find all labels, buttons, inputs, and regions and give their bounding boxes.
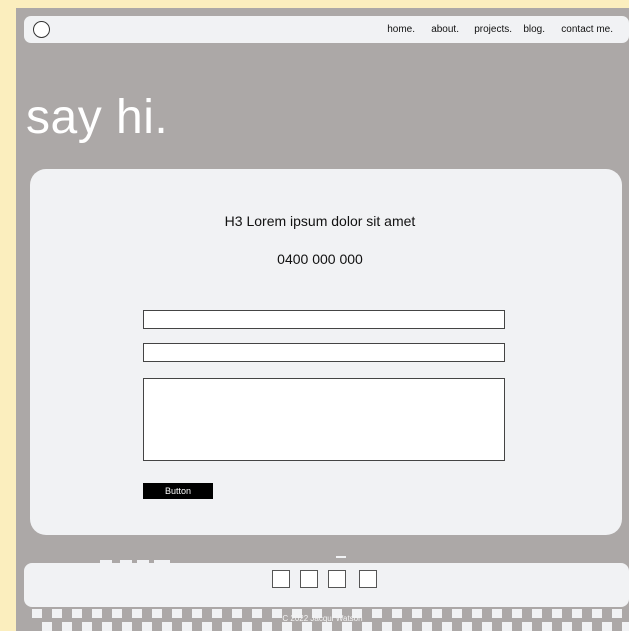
footer-pattern-square: [622, 622, 629, 631]
footer-pattern-square: [402, 622, 412, 631]
footer-pattern-square: [362, 622, 372, 631]
footer-pattern-square: [62, 622, 72, 631]
footer-pattern-square: [262, 622, 272, 631]
social-square-icon[interactable]: [272, 570, 290, 588]
footer-pattern-square: [422, 622, 432, 631]
nav-link-projects[interactable]: projects.: [474, 24, 512, 35]
footer-pattern-square: [482, 622, 492, 631]
footer-pattern-square: [502, 622, 512, 631]
footer-pattern-square: [122, 622, 132, 631]
social-square-icon[interactable]: [359, 570, 377, 588]
decorative-dash: [336, 556, 346, 558]
footer-pattern-square: [602, 622, 612, 631]
footer-pattern-square: [302, 622, 312, 631]
footer-pattern-square: [582, 622, 592, 631]
footer-pattern-square: [242, 622, 252, 631]
footer-pattern-square: [82, 622, 92, 631]
logo-circle-icon[interactable]: [33, 21, 50, 38]
footer-pattern-square: [102, 622, 112, 631]
submit-button[interactable]: Button: [143, 483, 213, 499]
nav-link-about[interactable]: about.: [431, 24, 459, 35]
footer-pattern-square: [142, 622, 152, 631]
footer-bar: [24, 563, 629, 607]
nav-link-blog[interactable]: blog.: [523, 24, 545, 35]
phone-number: 0400 000 000: [277, 251, 363, 267]
page-frame: home. about. projects. blog. contact me.…: [16, 8, 629, 631]
footer-pattern-square: [442, 622, 452, 631]
footer-pattern-square: [182, 622, 192, 631]
footer-pattern-square: [382, 622, 392, 631]
footer-pattern-square: [222, 622, 232, 631]
footer-pattern-square: [322, 622, 332, 631]
page-title: say hi.: [26, 91, 169, 144]
copyright-text: C 2022 Jacqui Watson: [282, 614, 363, 623]
footer-pattern-square: [202, 622, 212, 631]
footer-pattern-square: [342, 622, 352, 631]
nav-link-contact[interactable]: contact me.: [561, 24, 613, 35]
footer-pattern-square: [462, 622, 472, 631]
social-square-icon[interactable]: [328, 570, 346, 588]
footer-pattern-square: [282, 622, 292, 631]
message-field[interactable]: [143, 378, 505, 461]
footer-pattern-square: [542, 622, 552, 631]
footer-pattern-square: [162, 622, 172, 631]
card-heading: H3 Lorem ipsum dolor sit amet: [224, 213, 416, 229]
name-field[interactable]: [143, 310, 505, 329]
nav-link-home[interactable]: home.: [387, 24, 415, 35]
email-field[interactable]: [143, 343, 505, 362]
footer-pattern-square: [522, 622, 532, 631]
navbar: home. about. projects. blog. contact me.: [24, 16, 629, 43]
social-square-icon[interactable]: [300, 570, 318, 588]
footer-pattern-square: [42, 622, 52, 631]
footer-pattern-square: [562, 622, 572, 631]
contact-card: H3 Lorem ipsum dolor sit amet 0400 000 0…: [30, 169, 622, 535]
